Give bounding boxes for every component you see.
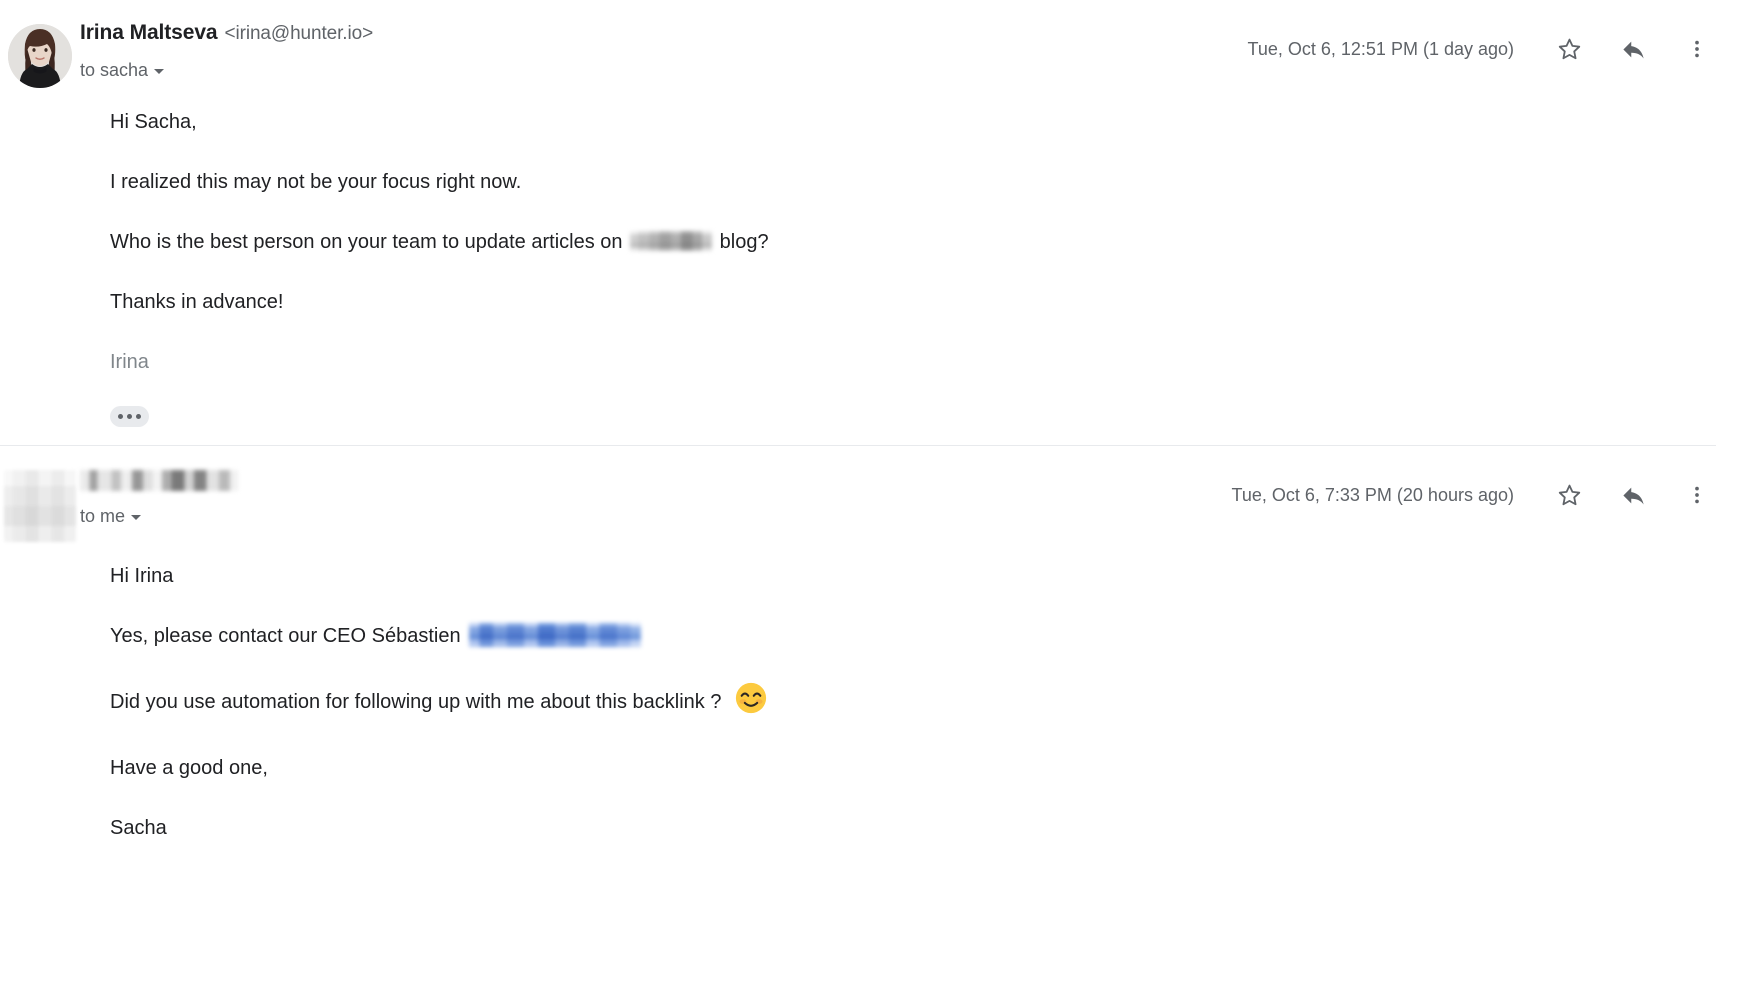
more-vert-icon[interactable] [1674, 472, 1720, 518]
paragraph-text-before: Did you use automation for following up … [110, 691, 722, 713]
sender-name-redacted [80, 470, 238, 491]
paragraph-text-before: Yes, please contact our CEO Sébastien [110, 625, 461, 647]
message-actions: Tue, Oct 6, 12:51 PM (1 day ago) [1248, 26, 1744, 72]
message-actions: Tue, Oct 6, 7:33 PM (20 hours ago) [1232, 472, 1744, 518]
dot [118, 414, 123, 419]
message-item: Irina Maltseva <irina@hunter.io> to sach… [0, 0, 1744, 445]
message-header: Irina Maltseva <irina@hunter.io> to sach… [0, 0, 1744, 88]
redacted-text-block [630, 231, 713, 251]
chevron-down-icon[interactable] [154, 69, 165, 74]
body-paragraph: Did you use automation for following up … [110, 682, 1744, 723]
paragraph-text-before: Who is the best person on your team to u… [110, 231, 623, 253]
reply-icon[interactable] [1610, 26, 1656, 72]
email-thread: Irina Maltseva <irina@hunter.io> to sach… [0, 0, 1744, 843]
body-paragraph: Have a good one, [110, 757, 268, 779]
body-paragraph: Hi Irina [110, 565, 174, 587]
message-header: to me Tue, Oct 6, 7:33 PM (20 hours ago) [0, 446, 1744, 542]
body-paragraph: Who is the best person on your team to u… [110, 228, 1744, 257]
sender-name: Irina Maltseva [80, 21, 218, 44]
avatar[interactable] [4, 470, 76, 542]
body-paragraph: Hi Sacha, [110, 111, 197, 133]
chevron-down-icon[interactable] [131, 515, 142, 520]
star-icon[interactable] [1546, 472, 1592, 518]
avatar-container [0, 22, 80, 88]
message-body: Hi Irina Yes, please contact our CEO Séb… [0, 562, 1744, 843]
dot [127, 414, 132, 419]
paragraph-text-after: blog? [719, 231, 769, 253]
signature-text: Sacha [110, 817, 167, 839]
more-vert-icon[interactable] [1674, 26, 1720, 72]
smiling-face-emoji [735, 682, 767, 723]
message-body: Hi Sacha, I realized this may not be you… [0, 108, 1744, 377]
message-item: to me Tue, Oct 6, 7:33 PM (20 hours ago) [0, 446, 1744, 843]
body-paragraph: I realized this may not be your focus ri… [110, 171, 522, 193]
message-timestamp: Tue, Oct 6, 7:33 PM (20 hours ago) [1231, 484, 1514, 505]
show-trimmed-content-button[interactable] [110, 406, 149, 427]
avatar-container [0, 468, 80, 542]
avatar[interactable] [8, 24, 72, 88]
redacted-link-block [469, 623, 642, 647]
expander-row [0, 406, 1744, 427]
message-timestamp: Tue, Oct 6, 12:51 PM (1 day ago) [1247, 38, 1514, 59]
body-paragraph: Thanks in advance! [110, 291, 284, 313]
recipient-label: to sacha [80, 60, 149, 80]
signature-text: Irina [110, 351, 149, 373]
reply-icon[interactable] [1610, 472, 1656, 518]
dot [136, 414, 141, 419]
sender-email: <irina@hunter.io> [224, 23, 374, 44]
recipient-label: to me [80, 506, 126, 526]
body-paragraph: Yes, please contact our CEO Sébastien [110, 622, 1744, 651]
star-icon[interactable] [1546, 26, 1592, 72]
